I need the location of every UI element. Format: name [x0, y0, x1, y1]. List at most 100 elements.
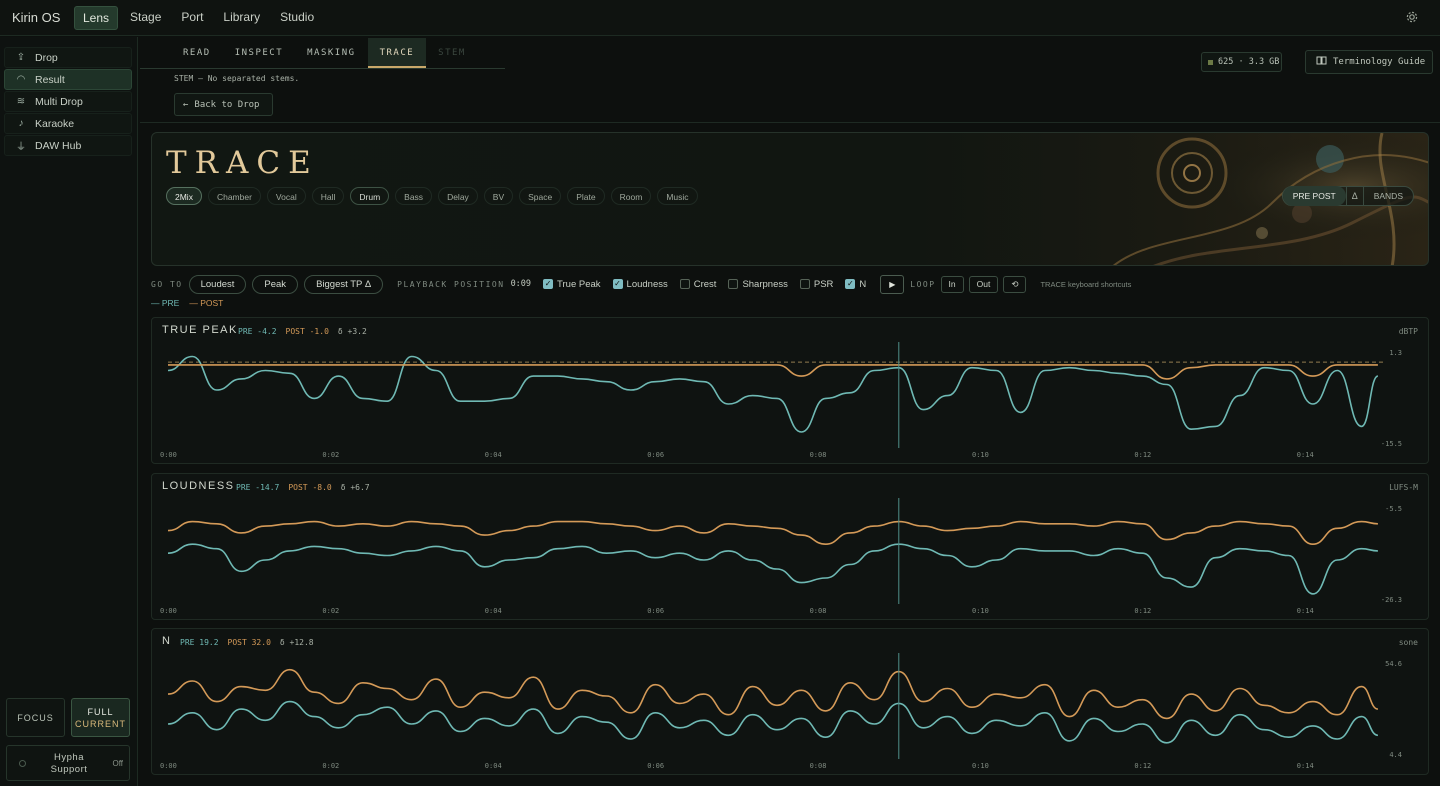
checkbox-checked-icon[interactable]: ✓	[612, 279, 623, 289]
book-icon	[1316, 56, 1327, 68]
keyboard-shortcuts-link[interactable]: TRACE keyboard shortcuts	[1040, 280, 1131, 289]
chip-plate[interactable]: Plate	[567, 187, 605, 205]
y-min-label: -15.5	[1380, 440, 1402, 448]
chip-room[interactable]: Room	[610, 187, 652, 205]
goto-biggest-tp-delta-button[interactable]: Biggest TP Δ	[304, 274, 384, 294]
toggle-psr[interactable]: PSR	[799, 278, 834, 290]
chip-2mix[interactable]: 2Mix	[166, 187, 202, 205]
chip-hall[interactable]: Hall	[311, 187, 345, 205]
loudness-chart[interactable]	[152, 474, 1430, 621]
crest-label: Crest	[693, 278, 717, 290]
stem-note: STEM — No separated stems.	[174, 74, 300, 83]
time-tick: 0:02	[322, 451, 340, 459]
checkbox-icon[interactable]	[799, 279, 810, 289]
checkbox-icon[interactable]	[679, 279, 690, 289]
page-title: TRACE	[166, 145, 319, 181]
chip-space[interactable]: Space	[519, 187, 562, 205]
delta-icon[interactable]: Δ	[1345, 187, 1364, 205]
time-tick: 0:08	[809, 607, 827, 615]
back-to-drop-button[interactable]: ← Back to Drop	[174, 93, 273, 116]
chart-unit: sone	[1398, 638, 1418, 647]
tab-underline	[140, 68, 505, 69]
upload-icon: ⇪	[16, 52, 26, 63]
psr-label: PSR	[813, 278, 834, 290]
mode-pre-post[interactable]: PRE POST	[1282, 186, 1346, 206]
toggle-n[interactable]: ✓ N	[845, 279, 866, 290]
toggle-loudness[interactable]: ✓ Loudness	[612, 278, 668, 290]
tab-inspect[interactable]: INSPECT	[223, 38, 295, 68]
sidebar-item-result[interactable]: ◠ Result	[4, 69, 132, 90]
sidebar-item-label: Drop	[35, 51, 58, 64]
tab-read[interactable]: READ	[171, 38, 223, 68]
chip-bass[interactable]: Bass	[395, 187, 433, 205]
trace-hero: TRACE 2Mix Chamber Vocal Hall Drum Bass …	[151, 132, 1429, 266]
trace-controls: GO TO Loudest Peak Biggest TP Δ PLAYBACK…	[151, 274, 1131, 294]
mode-bands[interactable]: BANDS	[1364, 186, 1413, 206]
hypha-support-label: Hypha Support	[50, 752, 88, 775]
true-peak-chart[interactable]	[152, 318, 1430, 465]
toggle-crest[interactable]: Crest	[679, 278, 717, 290]
tab-stem: STEM	[438, 48, 466, 58]
sidebar-item-karaoke[interactable]: ♪ Karaoke	[4, 113, 132, 134]
chip-drum[interactable]: Drum	[350, 187, 390, 205]
chip-delay[interactable]: Delay	[438, 187, 478, 205]
loop-out-button[interactable]: Out	[968, 275, 999, 293]
nav-tab-lens[interactable]: Lens	[74, 5, 119, 30]
checkbox-icon[interactable]	[728, 279, 739, 289]
time-tick: 0:06	[647, 451, 665, 459]
nav-tab-studio[interactable]: Studio	[272, 6, 322, 30]
n-label: N	[859, 278, 867, 290]
goto-peak-button[interactable]: Peak	[252, 274, 299, 294]
tab-masking[interactable]: MASKING	[295, 38, 367, 68]
sidebar-item-multi-drop[interactable]: ≋ Multi Drop	[4, 91, 132, 112]
time-tick: 0:06	[647, 762, 665, 770]
n-chart[interactable]	[152, 629, 1430, 776]
sidebar-item-daw-hub[interactable]: ⏚ DAW Hub	[4, 135, 132, 156]
full-label: FULL	[87, 706, 114, 717]
goto-loudest-button[interactable]: Loudest	[188, 274, 247, 294]
toggle-sharpness[interactable]: Sharpness	[728, 278, 788, 290]
chart-unit: LUFS-M	[1389, 483, 1418, 492]
storage-badge: 625 · 3.3 GB	[1201, 52, 1282, 72]
plug-icon: ⏚	[16, 142, 26, 153]
sidebar-item-label: Karaoke	[35, 117, 75, 130]
full-current-button[interactable]: FULL CURRENT	[71, 698, 130, 737]
gear-icon[interactable]	[1404, 10, 1420, 26]
play-icon[interactable]: ▶	[880, 274, 905, 294]
chart-stats: PRE -14.7 POST -8.0 δ +6.7	[236, 483, 370, 492]
time-tick: 0:08	[809, 762, 827, 770]
checkbox-checked-icon[interactable]: ✓	[543, 279, 554, 289]
storage-icon	[1208, 59, 1213, 65]
playback-position-value: 0:09	[510, 279, 532, 289]
chip-vocal[interactable]: Vocal	[266, 187, 306, 205]
stat-post: POST -8.0	[288, 483, 332, 492]
main-nav: Lens Stage Port Library Studio	[74, 5, 322, 30]
hypha-support-toggle[interactable]: Hypha Support Off	[6, 745, 130, 781]
time-axis: 0:00 0:02 0:04 0:06 0:08 0:10 0:12 0:14	[152, 607, 1428, 617]
sharpness-label: Sharpness	[742, 278, 788, 290]
reset-icon[interactable]: ⟲	[1003, 275, 1027, 293]
time-tick: 0:00	[160, 607, 177, 615]
tab-trace[interactable]: TRACE	[367, 38, 427, 68]
chip-chamber[interactable]: Chamber	[207, 187, 261, 205]
chip-music[interactable]: Music	[657, 187, 698, 205]
current-label: CURRENT	[75, 718, 126, 729]
nav-tab-stage[interactable]: Stage	[122, 6, 169, 30]
focus-button[interactable]: FOCUS	[6, 698, 65, 737]
legend: — PRE — POST	[151, 298, 223, 308]
gauge-icon: ◠	[16, 74, 26, 85]
time-tick: 0:14	[1296, 762, 1314, 770]
nav-tab-port[interactable]: Port	[173, 6, 211, 30]
loudness-label: Loudness	[626, 278, 668, 290]
sidebar-item-drop[interactable]: ⇪ Drop	[4, 47, 132, 68]
nav-tab-library[interactable]: Library	[215, 6, 268, 30]
loop-in-button[interactable]: In	[940, 275, 964, 293]
chip-bv[interactable]: BV	[483, 187, 514, 205]
checkbox-checked-icon[interactable]: ✓	[845, 279, 856, 289]
chart-stats: PRE -4.2 POST -1.0 δ +3.2	[238, 327, 367, 336]
top-bar: Kirin OS Lens Stage Port Library Studio	[0, 0, 1440, 36]
arrow-left-icon: ←	[183, 99, 189, 110]
n-panel: N PRE 19.2 POST 32.0 δ +12.8 sone 54.6 4…	[151, 628, 1429, 775]
terminology-guide-button[interactable]: Terminology Guide	[1305, 50, 1433, 74]
toggle-true-peak[interactable]: ✓ True Peak	[543, 279, 601, 290]
